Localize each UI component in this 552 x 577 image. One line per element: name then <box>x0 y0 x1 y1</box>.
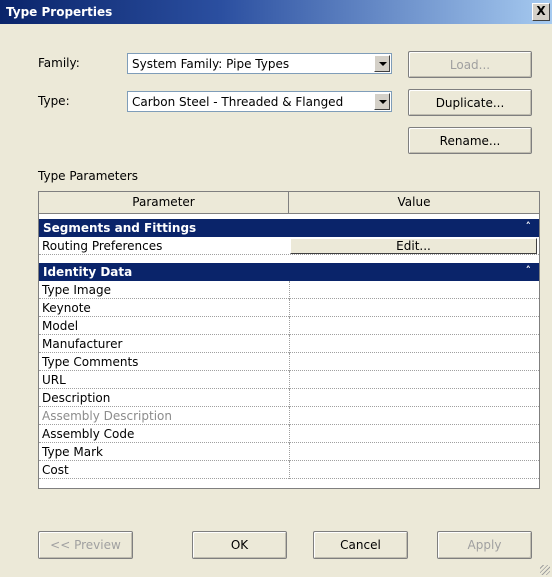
rename-button[interactable]: Rename... <box>408 127 532 154</box>
family-select[interactable]: System Family: Pipe Types <box>127 53 392 74</box>
family-select-value: System Family: Pipe Types <box>132 57 290 71</box>
duplicate-button-label: Duplicate... <box>435 96 505 110</box>
duplicate-button[interactable]: Duplicate... <box>408 89 532 116</box>
preview-button-label: << Preview <box>50 538 121 552</box>
title-bar: Type Properties X <box>0 0 552 24</box>
param-name: Assembly Description <box>42 409 172 423</box>
param-name: Type Comments <box>42 355 139 369</box>
collapse-icon[interactable]: ˄ <box>526 220 532 233</box>
param-name: Assembly Code <box>42 427 135 441</box>
ok-button[interactable]: OK <box>192 531 287 559</box>
collapse-icon[interactable]: ˄ <box>526 264 532 277</box>
column-divider <box>289 353 290 371</box>
param-row-manufacturer[interactable]: Manufacturer <box>39 335 539 353</box>
param-row-type-mark[interactable]: Type Mark <box>39 443 539 461</box>
apply-button-label: Apply <box>467 538 502 552</box>
apply-button[interactable]: Apply <box>437 531 532 559</box>
ok-button-label: OK <box>230 538 249 552</box>
param-row-keynote[interactable]: Keynote <box>39 299 539 317</box>
chevron-down-icon[interactable] <box>374 55 390 72</box>
param-name: Model <box>42 319 79 333</box>
column-divider <box>289 299 290 317</box>
param-row-description[interactable]: Description <box>39 389 539 407</box>
column-divider <box>289 389 290 407</box>
rename-button-label: Rename... <box>439 134 501 148</box>
type-parameters-grid: Parameter Value Segments and Fittings ˄ … <box>38 191 540 489</box>
close-button[interactable]: X <box>532 3 550 21</box>
param-row-assembly-description: Assembly Description <box>39 407 539 425</box>
type-select-value: Carbon Steel - Threaded & Flanged <box>132 95 344 109</box>
column-header-parameter[interactable]: Parameter <box>39 192 289 213</box>
routing-preferences-edit-button[interactable]: Edit... <box>290 238 537 254</box>
column-divider <box>289 371 290 389</box>
column-divider <box>289 407 290 425</box>
chevron-down-icon[interactable] <box>374 93 390 110</box>
param-row-routing-preferences[interactable]: Routing Preferences Edit... <box>39 237 539 255</box>
param-row-cost[interactable]: Cost <box>39 461 539 479</box>
group-title: Identity Data <box>43 265 133 279</box>
column-divider <box>289 461 290 479</box>
group-identity-data[interactable]: Identity Data ˄ <box>39 263 539 281</box>
param-name: Description <box>42 391 111 405</box>
param-name: Cost <box>42 463 69 477</box>
column-divider <box>289 335 290 353</box>
column-divider <box>289 317 290 335</box>
load-button[interactable]: Load... <box>408 51 532 78</box>
param-row-model[interactable]: Model <box>39 317 539 335</box>
param-name: Keynote <box>42 301 91 315</box>
group-title: Segments and Fittings <box>43 221 197 235</box>
resize-grip-icon[interactable] <box>540 565 550 575</box>
param-row-type-image[interactable]: Type Image <box>39 281 539 299</box>
family-label: Family: <box>38 56 80 70</box>
column-divider <box>289 281 290 299</box>
cancel-button-label: Cancel <box>340 538 381 552</box>
param-row-type-comments[interactable]: Type Comments <box>39 353 539 371</box>
param-name: Type Mark <box>42 445 103 459</box>
column-divider <box>289 443 290 461</box>
grid-header: Parameter Value <box>39 192 539 214</box>
param-name: Manufacturer <box>42 337 123 351</box>
param-row-url[interactable]: URL <box>39 371 539 389</box>
preview-button[interactable]: << Preview <box>38 531 133 559</box>
type-label: Type: <box>38 94 70 108</box>
column-header-value[interactable]: Value <box>289 192 539 213</box>
param-name: URL <box>42 373 66 387</box>
window-title: Type Properties <box>6 5 113 19</box>
param-name: Type Image <box>42 283 111 297</box>
group-segments-and-fittings[interactable]: Segments and Fittings ˄ <box>39 219 539 237</box>
type-select[interactable]: Carbon Steel - Threaded & Flanged <box>127 91 392 112</box>
load-button-label: Load... <box>449 58 491 72</box>
type-parameters-label: Type Parameters <box>38 169 139 183</box>
param-name: Routing Preferences <box>42 239 163 253</box>
column-divider <box>289 425 290 443</box>
param-row-assembly-code[interactable]: Assembly Code <box>39 425 539 443</box>
cancel-button[interactable]: Cancel <box>313 531 408 559</box>
